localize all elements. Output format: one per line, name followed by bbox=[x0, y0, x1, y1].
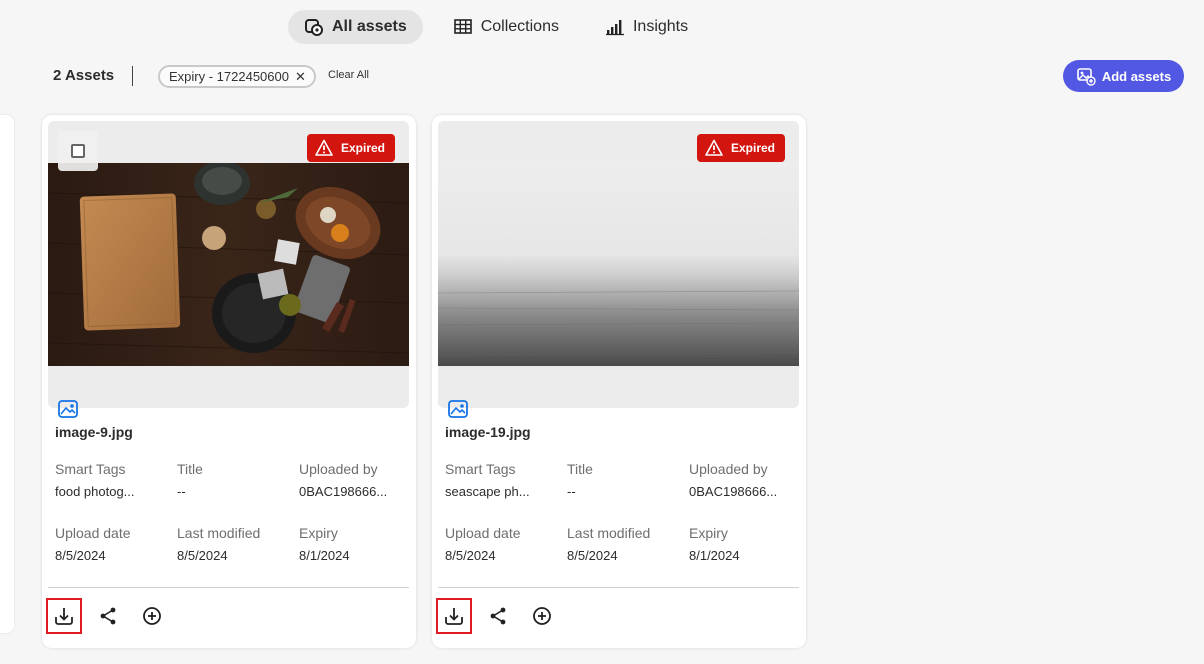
asset-card[interactable]: Expired image-9.jpg Smart Tags food photo… bbox=[42, 115, 416, 648]
tab-insights[interactable]: Insights bbox=[589, 10, 704, 44]
image-type-icon bbox=[58, 400, 78, 418]
badge-label: Expired bbox=[730, 141, 775, 155]
add-to-collection-button[interactable] bbox=[524, 598, 560, 634]
uploaded-by-value: 0BAC198666... bbox=[299, 484, 388, 499]
add-assets-label: Add assets bbox=[1101, 68, 1172, 84]
partial-card bbox=[0, 115, 14, 633]
add-circle-icon bbox=[143, 607, 161, 625]
metadata-row: Upload date 8/5/2024 Last modified 8/5/202… bbox=[55, 525, 405, 563]
metadata-row: Smart Tags food photog... Title -- Uploade… bbox=[55, 461, 405, 499]
card-divider bbox=[438, 587, 799, 588]
thumbnail-image bbox=[48, 163, 409, 366]
smart-tags-value: food photog... bbox=[55, 484, 135, 499]
meta-label: Upload date bbox=[445, 525, 521, 541]
clear-all-button[interactable]: Clear All bbox=[328, 69, 369, 81]
toolbar-divider bbox=[132, 66, 133, 86]
title-value: -- bbox=[177, 484, 186, 499]
badge-label: Expired bbox=[340, 141, 385, 155]
warning-icon bbox=[705, 139, 723, 156]
image-type-icon bbox=[448, 400, 468, 418]
share-button[interactable] bbox=[480, 598, 516, 634]
meta-label: Uploaded by bbox=[689, 461, 768, 477]
checkbox-box bbox=[71, 144, 85, 158]
tab-label: All assets bbox=[332, 18, 407, 35]
filter-chip[interactable]: Expiry - 1722450600 ✕ bbox=[158, 65, 316, 88]
smart-tags-value: seascape ph... bbox=[445, 484, 530, 499]
meta-label: Expiry bbox=[689, 525, 728, 541]
uploaded-by-value: 0BAC198666... bbox=[689, 484, 778, 499]
share-button[interactable] bbox=[90, 598, 126, 634]
add-image-icon bbox=[1077, 68, 1096, 86]
download-button[interactable] bbox=[46, 598, 82, 634]
metadata-row: Smart Tags seascape ph... Title -- Uploade… bbox=[445, 461, 795, 499]
asset-card[interactable]: Expired image-19.jpg Smart Tags seascape … bbox=[432, 115, 806, 648]
tab-all-assets[interactable]: All assets bbox=[288, 10, 423, 44]
metadata-row: Upload date 8/5/2024 Last modified 8/5/202… bbox=[445, 525, 795, 563]
assets-icon bbox=[305, 19, 323, 36]
asset-count: 2 Assets bbox=[53, 67, 115, 84]
asset-filename[interactable]: image-9.jpg bbox=[55, 424, 133, 440]
download-button[interactable] bbox=[436, 598, 472, 634]
expiry-value: 8/1/2024 bbox=[299, 548, 350, 563]
add-circle-icon bbox=[533, 607, 551, 625]
card-divider bbox=[48, 587, 409, 588]
card-actions bbox=[436, 598, 568, 634]
close-icon[interactable]: ✕ bbox=[295, 69, 306, 85]
insights-icon bbox=[605, 20, 624, 36]
meta-label: Smart Tags bbox=[445, 461, 516, 477]
card-actions bbox=[46, 598, 178, 634]
thumbnail-area[interactable]: Expired bbox=[438, 121, 799, 408]
download-icon bbox=[55, 608, 73, 625]
last-modified-value: 8/5/2024 bbox=[177, 548, 228, 563]
view-tabs: All assets Collections Insights bbox=[288, 10, 704, 44]
add-assets-button[interactable]: Add assets bbox=[1063, 60, 1184, 92]
expiry-value: 8/1/2024 bbox=[689, 548, 740, 563]
add-to-collection-button[interactable] bbox=[134, 598, 170, 634]
status-badge: Expired bbox=[696, 134, 785, 162]
status-badge: Expired bbox=[306, 134, 395, 162]
share-icon bbox=[490, 607, 506, 625]
filter-chip-label: Expiry - 1722450600 bbox=[169, 69, 289, 84]
share-icon bbox=[100, 607, 116, 625]
meta-label: Title bbox=[567, 461, 593, 477]
select-checkbox[interactable] bbox=[58, 131, 98, 171]
title-value: -- bbox=[567, 484, 576, 499]
last-modified-value: 8/5/2024 bbox=[567, 548, 618, 563]
warning-icon bbox=[315, 139, 333, 156]
meta-label: Upload date bbox=[55, 525, 131, 541]
meta-label: Smart Tags bbox=[55, 461, 126, 477]
tab-label: Insights bbox=[632, 18, 689, 35]
meta-label: Title bbox=[177, 461, 203, 477]
meta-label: Last modified bbox=[567, 525, 651, 541]
upload-date-value: 8/5/2024 bbox=[445, 548, 496, 563]
upload-date-value: 8/5/2024 bbox=[55, 548, 106, 563]
grid-icon bbox=[453, 19, 472, 34]
thumbnail-area[interactable]: Expired bbox=[48, 121, 409, 408]
meta-label: Expiry bbox=[299, 525, 338, 541]
download-icon bbox=[445, 608, 463, 625]
meta-label: Last modified bbox=[177, 525, 261, 541]
tab-collections[interactable]: Collections bbox=[437, 10, 575, 44]
asset-filename[interactable]: image-19.jpg bbox=[445, 424, 531, 440]
thumbnail-image bbox=[438, 163, 799, 366]
tab-label: Collections bbox=[480, 18, 559, 35]
meta-label: Uploaded by bbox=[299, 461, 378, 477]
